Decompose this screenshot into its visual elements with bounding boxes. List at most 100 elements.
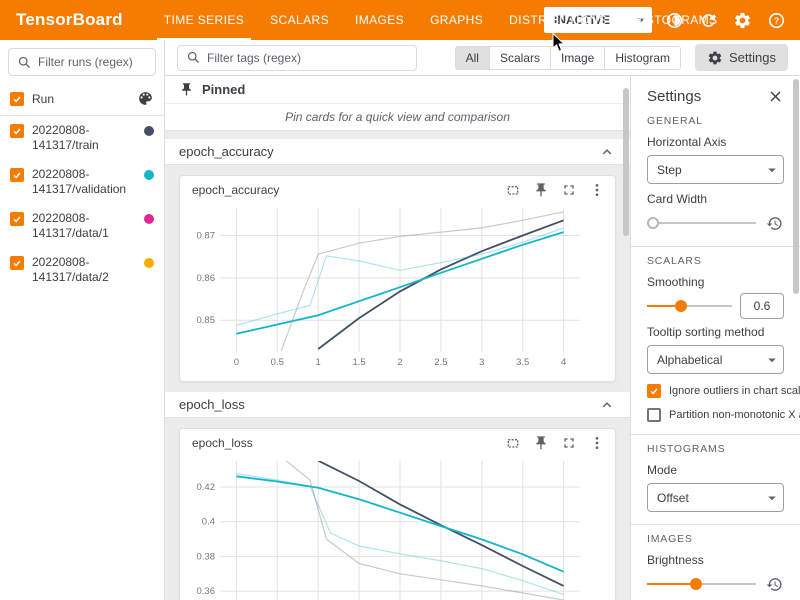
chevron-down-icon <box>763 489 781 507</box>
smoothing-label: Smoothing <box>647 275 784 289</box>
fit-to-data-icon[interactable] <box>505 435 521 451</box>
divider <box>631 246 800 247</box>
filter-runs-box[interactable] <box>8 48 156 76</box>
more-options-icon[interactable] <box>589 182 605 198</box>
filter-chip-scalars[interactable]: Scalars <box>489 46 551 70</box>
smoothing-value-input[interactable]: 0.6 <box>740 293 784 319</box>
run-column-label: Run <box>32 92 129 106</box>
pin-card-icon[interactable] <box>533 182 549 198</box>
gear-icon <box>707 50 723 66</box>
tab-histograms[interactable]: HISTOGRAMS <box>620 0 730 40</box>
card-width-slider[interactable] <box>647 216 756 230</box>
card-container: epoch_accuracy 00.511.522.533.540.850.86… <box>165 165 630 392</box>
tooltip-sorting-select[interactable]: Alphabetical <box>647 345 784 374</box>
run-row-data-2[interactable]: 20220808-141317/data/2 <box>0 248 164 292</box>
section-header-epoch-loss[interactable]: epoch_loss <box>165 392 630 418</box>
close-icon[interactable] <box>767 88 784 105</box>
partition-x-axis-checkbox[interactable] <box>647 408 661 422</box>
divider <box>631 524 800 525</box>
run-row-train[interactable]: 20220808-141317/train <box>0 116 164 160</box>
chevron-up-icon[interactable] <box>598 396 616 414</box>
run-color-swatch <box>144 126 154 136</box>
chevron-down-icon <box>763 351 781 369</box>
ignore-outliers-label: Ignore outliers in chart scaling <box>669 385 800 397</box>
divider <box>631 434 800 435</box>
select-all-runs-checkbox[interactable] <box>10 92 24 106</box>
body: Run 20220808-141317/train 20220808-14131… <box>0 40 800 600</box>
svg-text:3: 3 <box>479 357 484 368</box>
main-scrollbar[interactable] <box>622 76 630 600</box>
tab-distributions[interactable]: DISTRIBUTIONS <box>496 0 620 40</box>
pin-card-icon[interactable] <box>533 435 549 451</box>
run-label: 20220808-141317/train <box>32 123 136 153</box>
epoch-accuracy-chart[interactable]: 00.511.522.533.540.850.860.87 <box>180 200 615 381</box>
fit-to-data-icon[interactable] <box>505 182 521 198</box>
histogram-mode-select[interactable]: Offset <box>647 483 784 512</box>
filter-tags-box[interactable] <box>177 45 417 71</box>
main-scrollbar-thumb[interactable] <box>623 88 629 236</box>
slider-knob[interactable] <box>690 578 702 590</box>
settings-panel-header: Settings <box>647 88 784 105</box>
svg-text:2: 2 <box>397 357 402 368</box>
filter-chip-all[interactable]: All <box>455 46 490 70</box>
card-actions <box>505 435 605 451</box>
partition-x-axis-row[interactable]: Partition non-monotonic X axis <box>647 407 784 422</box>
run-checkbox[interactable] <box>10 212 24 226</box>
histogram-mode-label: Mode <box>647 463 784 477</box>
cards-scroll-area[interactable]: Pinned Pin cards for a quick view and co… <box>165 76 630 600</box>
epoch-loss-chart[interactable]: 00.511.522.533.540.360.380.40.42 <box>180 453 615 600</box>
chevron-up-icon[interactable] <box>598 143 616 161</box>
pinned-label: Pinned <box>202 82 245 97</box>
histograms-heading: HISTOGRAMS <box>647 443 784 455</box>
filter-chip-histogram[interactable]: Histogram <box>604 46 681 70</box>
help-icon[interactable]: ? <box>764 8 788 32</box>
svg-text:3.5: 3.5 <box>516 357 529 368</box>
ignore-outliers-checkbox[interactable] <box>647 384 661 398</box>
slider-knob[interactable] <box>675 300 687 312</box>
filter-runs-input[interactable] <box>38 55 147 69</box>
gear-icon[interactable] <box>730 8 754 32</box>
pinned-hint-text: Pin cards for a quick view and compariso… <box>165 104 630 130</box>
tooltip-sorting-value: Alphabetical <box>657 353 722 367</box>
palette-icon[interactable] <box>137 90 154 107</box>
tab-time-series[interactable]: TIME SERIES <box>151 0 257 40</box>
card-width-label: Card Width <box>647 192 784 206</box>
settings-button[interactable]: Settings <box>695 44 788 71</box>
tab-images[interactable]: IMAGES <box>342 0 417 40</box>
more-options-icon[interactable] <box>589 435 605 451</box>
run-checkbox[interactable] <box>10 168 24 182</box>
reset-brightness-icon[interactable] <box>764 574 784 594</box>
general-heading: GENERAL <box>647 115 784 127</box>
svg-text:0.5: 0.5 <box>271 357 284 368</box>
run-checkbox[interactable] <box>10 124 24 138</box>
brightness-row <box>647 573 784 595</box>
settings-scrollbar[interactable] <box>792 76 800 600</box>
slider-knob[interactable] <box>647 217 659 229</box>
ignore-outliers-row[interactable]: Ignore outliers in chart scaling <box>647 383 784 398</box>
section-header-epoch-accuracy[interactable]: epoch_accuracy <box>165 139 630 165</box>
card-header: epoch_accuracy <box>180 176 615 200</box>
svg-text:0.85: 0.85 <box>197 315 216 326</box>
epoch-loss-card: epoch_loss 00.511.522.533.540.360.380.40… <box>179 428 616 600</box>
tab-scalars[interactable]: SCALARS <box>257 0 342 40</box>
pinned-section: Pinned Pin cards for a quick view and co… <box>165 76 630 131</box>
brightness-slider[interactable] <box>647 577 756 591</box>
run-row-validation[interactable]: 20220808-141317/validation <box>0 160 164 204</box>
settings-scrollbar-thumb[interactable] <box>793 79 799 294</box>
reset-card-width-icon[interactable] <box>764 213 784 233</box>
smoothing-slider[interactable] <box>647 299 732 313</box>
run-label: 20220808-141317/validation <box>32 167 136 197</box>
section-title: epoch_accuracy <box>179 144 598 159</box>
svg-text:2.5: 2.5 <box>434 357 447 368</box>
filter-chip-image[interactable]: Image <box>550 46 605 70</box>
tab-graphs[interactable]: GRAPHS <box>417 0 496 40</box>
fullscreen-icon[interactable] <box>561 435 577 451</box>
fullscreen-icon[interactable] <box>561 182 577 198</box>
run-row-data-1[interactable]: 20220808-141317/data/1 <box>0 204 164 248</box>
svg-text:0.87: 0.87 <box>197 231 216 242</box>
run-checkbox[interactable] <box>10 256 24 270</box>
svg-text:0.36: 0.36 <box>197 586 216 597</box>
filter-tags-input[interactable] <box>207 51 408 65</box>
chevron-down-icon <box>763 161 781 179</box>
horizontal-axis-select[interactable]: Step <box>647 155 784 184</box>
